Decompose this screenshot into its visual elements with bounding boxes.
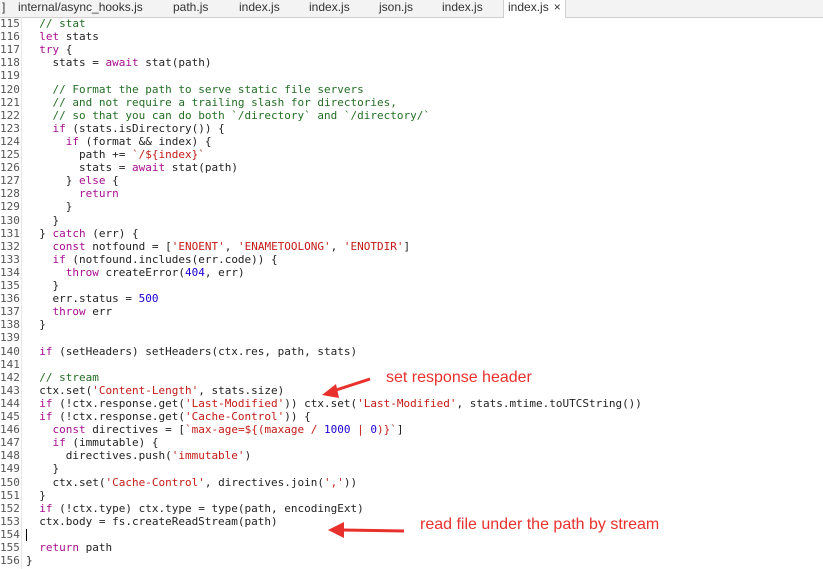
annotation-arrow-2: [328, 522, 405, 538]
